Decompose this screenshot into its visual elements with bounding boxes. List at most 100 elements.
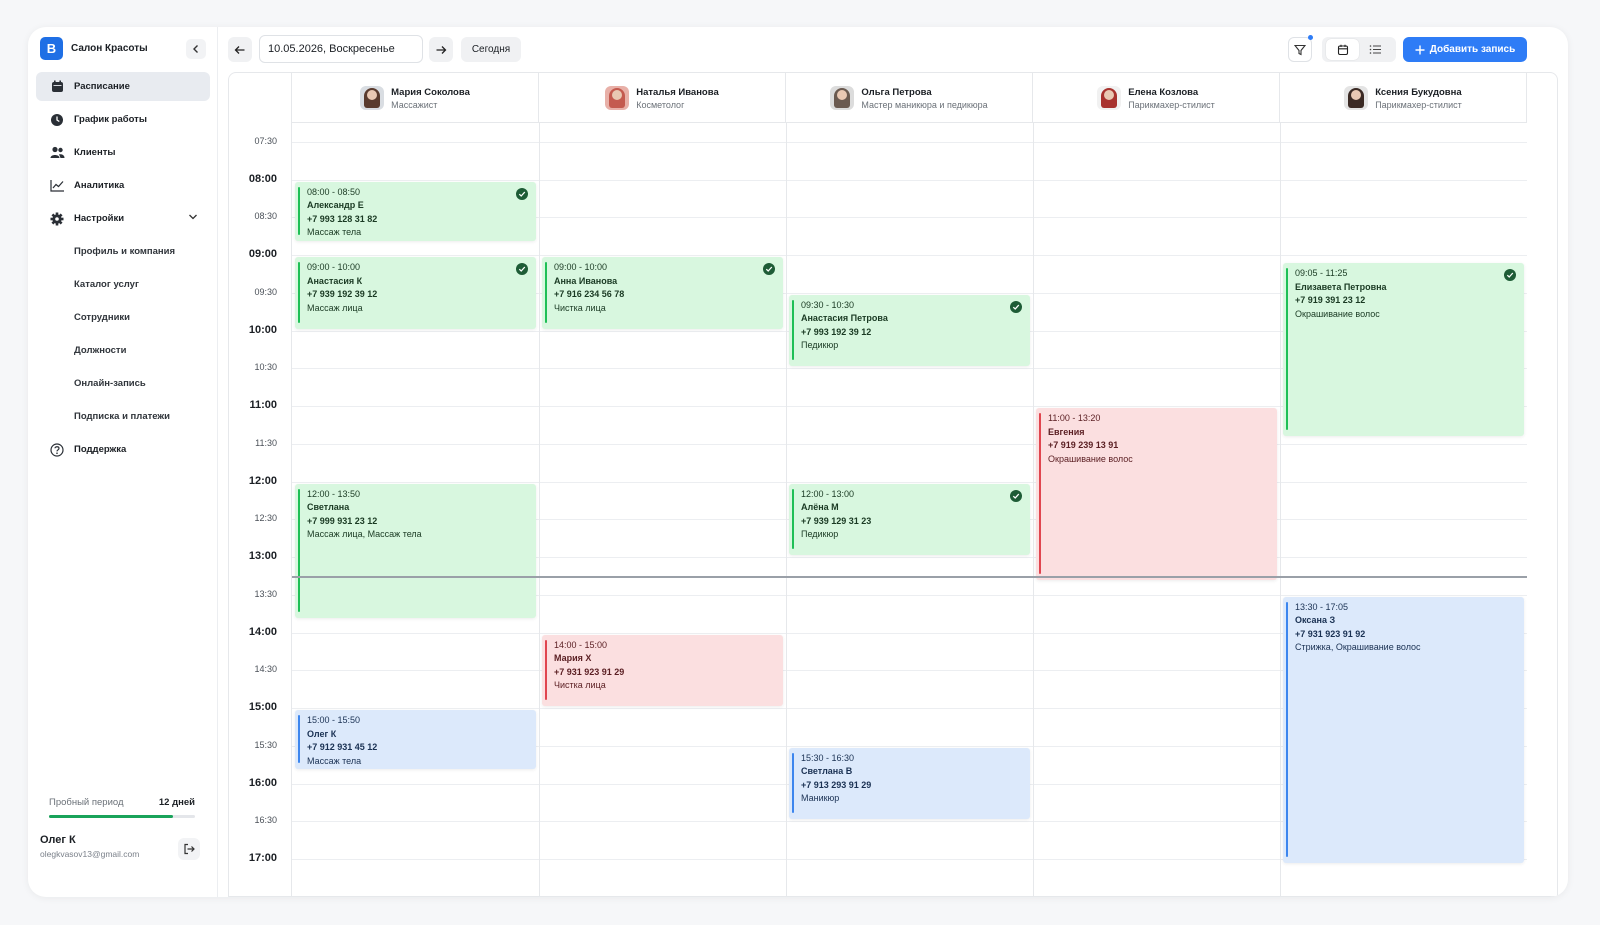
service-name: Массаж тела [307,755,362,766]
client-name: Анастасия Петрова [801,313,888,324]
client-name: Оксана З [1295,615,1336,626]
grid-line [292,141,1527,143]
add-appointment-button[interactable]: Добавить запись [1403,37,1527,62]
appointment-time: 09:30 - 10:30 [801,299,855,310]
column-divider [539,123,540,896]
list-view-button[interactable] [1359,39,1392,60]
client-phone: +7 939 192 39 12 [307,289,378,300]
plus-icon [1415,45,1425,54]
brand[interactable]: B Салон Красоты [40,37,148,60]
staff-role: Массажист [391,99,438,110]
today-button[interactable]: Сегодня [461,37,521,62]
appointment-card[interactable]: 09:00 - 10:00 Анастасия К +7 939 192 39 12… [295,257,536,329]
sidebar-item-label: График работы [74,114,147,125]
client-phone: +7 999 931 23 12 [307,515,378,526]
time-label: 16:30 [254,815,277,826]
date-picker[interactable]: 10.05.2026, Воскресенье [259,35,423,63]
service-name: Педикюр [801,529,839,540]
sidebar-nav: Расписание График работы Клиенты Аналити… [36,72,210,468]
time-label: 13:30 [254,588,277,599]
schedule-calendar: 07:30 08:00 08:30 09:00 09:30 10:00 10:30 11:00… [228,72,1558,897]
appointment-time: 14:00 - 15:00 [554,639,608,650]
client-phone: +7 993 128 31 82 [307,213,378,224]
clock-icon [49,112,65,128]
column-divider [786,123,787,896]
grid-line [292,179,1527,181]
logout-button[interactable] [178,838,200,860]
client-name: Мария Х [554,653,592,664]
staff-name: Ксения Букудовна [1375,86,1462,98]
sidebar-subitem-services[interactable]: Каталог услуг [36,270,210,299]
staff-header[interactable]: Елена Козлова Парикмахер-стилист [1033,73,1280,123]
prev-day-button[interactable] [228,37,252,62]
time-label: 08:30 [254,211,277,222]
service-name: Педикюр [801,340,839,351]
schedule-grid: 08:00 - 08:50 Александр Е +7 993 128 31 82… [292,123,1527,896]
sidebar-item-settings[interactable]: Настройки [36,204,210,233]
sidebar-item-clients[interactable]: Клиенты [36,138,210,167]
time-label: 11:00 [249,399,277,412]
add-appointment-label: Добавить запись [1429,44,1516,55]
staff-header[interactable]: Наталья Иванова Косметолог [539,73,786,123]
grid-line [292,481,1527,483]
next-day-button[interactable] [429,37,453,62]
appointment-card[interactable]: 09:30 - 10:30 Анастасия Петрова +7 993 192… [789,294,1030,367]
staff-header[interactable]: Мария Соколова Массажист [292,73,539,123]
calendar-icon [1337,44,1348,55]
appointment-time: 08:00 - 08:50 [307,186,361,197]
service-name: Маникюр [801,793,840,804]
client-name: Анастасия К [307,275,363,286]
appointment-card[interactable]: 09:05 - 11:25 Елизавета Петровна +7 919 39… [1283,263,1524,436]
collapse-sidebar-button[interactable] [186,39,206,59]
time-column: 07:30 08:00 08:30 09:00 09:30 10:00 10:30 11:00… [229,73,292,896]
user-name: Олег К [40,834,76,846]
sidebar-subitem-billing[interactable]: Подписка и платежи [36,402,210,431]
appointment-card[interactable]: 14:00 - 15:00 Мария Х +7 931 923 91 29 Чист… [542,634,783,707]
appointment-card[interactable]: 11:00 - 13:20 Евгения +7 919 239 13 91 Окра… [1036,408,1277,581]
client-name: Александр Е [307,200,364,211]
toolbar: 10.05.2026, Воскресенье Сегодня Добавить… [228,35,1558,63]
column-divider [1280,123,1281,896]
sidebar-subitem-profile[interactable]: Профиль и компания [36,237,210,266]
sidebar-item-analytics[interactable]: Аналитика [36,171,210,200]
sidebar-item-schedule[interactable]: Расписание [36,72,210,101]
time-label: 14:30 [254,664,277,675]
grid-line [292,443,1527,445]
time-label: 07:30 [254,135,277,146]
client-phone: +7 931 923 91 29 [554,666,625,677]
sidebar-item-label: Расписание [74,81,130,92]
avatar [1097,86,1122,110]
users-icon [49,145,65,161]
filter-button[interactable] [1288,35,1313,62]
staff-header[interactable]: Ольга Петрова Мастер маникюра и педикюра [786,73,1033,123]
trial-days: 12 дней [158,797,195,808]
sidebar-subitem-positions[interactable]: Должности [36,336,210,365]
appointment-card[interactable]: 08:00 - 08:50 Александр Е +7 993 128 31 82… [295,181,536,241]
list-icon [1369,45,1381,54]
staff-name: Елена Козлова [1128,86,1199,98]
arrow-right-icon [436,45,447,54]
avatar [360,86,385,110]
sidebar-item-work-schedule[interactable]: График работы [36,105,210,134]
staff-header[interactable]: Ксения Букудовна Парикмахер-стилист [1280,73,1527,123]
appointment-time: 15:30 - 16:30 [801,752,855,763]
staff-name: Наталья Иванова [636,86,719,98]
appointment-card[interactable]: 12:00 - 13:50 Светлана +7 999 931 23 12 Мас… [295,483,536,619]
appointment-card[interactable]: 12:00 - 13:00 Алёна М +7 939 129 31 23 Педи… [789,483,1030,556]
calendar-view-button[interactable] [1326,39,1359,60]
appointment-card[interactable]: 15:00 - 15:50 Олег К +7 912 931 45 12 Масса… [295,710,536,770]
avatar [830,86,855,110]
column-divider [1033,123,1034,896]
appointment-card[interactable]: 09:00 - 10:00 Анна Иванова +7 916 234 56 7… [542,257,783,329]
appointment-card[interactable]: 13:30 - 17:05 Оксана З +7 931 923 91 92 Стр… [1283,596,1524,864]
sidebar-item-support[interactable]: Поддержка [36,435,210,464]
current-time-line [292,576,1527,578]
sidebar-subitem-employees[interactable]: Сотрудники [36,303,210,332]
sidebar-subitem-online-booking[interactable]: Онлайн-запись [36,369,210,398]
time-label: 12:00 [248,474,277,487]
appointment-card[interactable]: 15:30 - 16:30 Светлана В +7 913 293 91 29 М… [789,747,1030,820]
client-name: Алёна М [801,502,839,513]
trial-progress-bar [49,815,195,818]
sidebar-item-label: Клиенты [74,147,116,158]
user-profile[interactable]: Олег К olegkvasov13@gmail.com [40,834,139,859]
